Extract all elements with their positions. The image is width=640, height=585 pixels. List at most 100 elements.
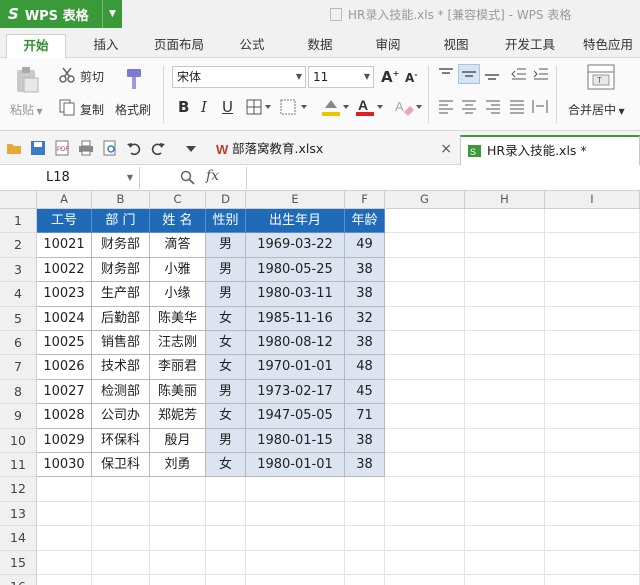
empty-cell[interactable] xyxy=(545,209,640,234)
table-cell[interactable]: 滴答 xyxy=(150,233,206,258)
table-cell[interactable]: 38 xyxy=(345,331,385,356)
table-cell[interactable]: 技术部 xyxy=(92,355,150,380)
table-cell[interactable]: 女 xyxy=(206,453,246,478)
table-header-cell[interactable]: 出生年月 xyxy=(246,209,345,234)
table-cell[interactable]: 陈美丽 xyxy=(150,379,206,405)
table-cell[interactable]: 1969-03-22 xyxy=(246,233,345,258)
empty-cell[interactable] xyxy=(465,428,545,453)
table-cell[interactable]: 10027 xyxy=(37,379,92,405)
empty-cell[interactable] xyxy=(206,501,246,527)
table-cell[interactable]: 女 xyxy=(206,331,246,356)
row-header-16[interactable]: 16 xyxy=(0,575,37,585)
bold-icon[interactable]: B xyxy=(178,98,189,116)
empty-cell[interactable] xyxy=(385,282,465,307)
empty-cell[interactable] xyxy=(150,526,206,551)
empty-cell[interactable] xyxy=(465,379,545,405)
empty-cell[interactable] xyxy=(37,550,92,575)
empty-cell[interactable] xyxy=(465,477,545,502)
table-cell[interactable]: 女 xyxy=(206,306,246,331)
redo-icon[interactable] xyxy=(150,140,166,156)
empty-cell[interactable] xyxy=(465,331,545,356)
table-header-cell[interactable]: 性别 xyxy=(206,209,246,234)
align-center-icon[interactable] xyxy=(460,98,478,114)
table-cell[interactable]: 10030 xyxy=(37,453,92,478)
empty-cell[interactable] xyxy=(150,575,206,585)
table-cell[interactable]: 1985-11-16 xyxy=(246,306,345,331)
table-cell[interactable]: 郑妮芳 xyxy=(150,404,206,429)
tab-data[interactable]: 数据 xyxy=(296,34,344,58)
table-header-cell[interactable]: 工号 xyxy=(37,209,92,234)
table-cell[interactable]: 38 xyxy=(345,453,385,478)
empty-cell[interactable] xyxy=(385,331,465,356)
distributed-align-icon[interactable] xyxy=(531,98,549,114)
decrease-indent-icon[interactable] xyxy=(510,66,528,82)
row-header-10[interactable]: 10 xyxy=(0,428,37,453)
table-cell[interactable]: 10029 xyxy=(37,428,92,453)
search-icon[interactable] xyxy=(180,170,196,186)
table-cell[interactable]: 环保科 xyxy=(92,428,150,453)
empty-cell[interactable] xyxy=(385,257,465,283)
doc-tab-buluowo[interactable]: W 部落窝教育.xlsx × xyxy=(210,135,460,165)
row-header-12[interactable]: 12 xyxy=(0,477,37,502)
print-icon[interactable] xyxy=(78,140,94,156)
empty-cell[interactable] xyxy=(246,550,345,575)
increase-indent-icon[interactable] xyxy=(532,66,550,82)
table-cell[interactable]: 李丽君 xyxy=(150,355,206,380)
table-cell[interactable]: 保卫科 xyxy=(92,453,150,478)
empty-cell[interactable] xyxy=(150,501,206,527)
row-header-5[interactable]: 5 xyxy=(0,306,37,331)
table-header-cell[interactable]: 部 门 xyxy=(92,209,150,234)
row-header-9[interactable]: 9 xyxy=(0,404,37,429)
spreadsheet-grid[interactable]: A B C D E F G H I 1 工号部 门姓 名性别 出生年月 年龄 2 10021 财务部 滴答男 19… xyxy=(0,191,640,585)
empty-cell[interactable] xyxy=(545,453,640,478)
table-cell[interactable]: 生产部 xyxy=(92,282,150,307)
empty-cell[interactable] xyxy=(385,404,465,429)
table-cell[interactable]: 刘勇 xyxy=(150,453,206,478)
align-top-icon[interactable] xyxy=(437,66,455,82)
row-header-2[interactable]: 2 xyxy=(0,233,37,258)
table-cell[interactable]: 财务部 xyxy=(92,233,150,258)
empty-cell[interactable] xyxy=(385,355,465,380)
paste-icon[interactable] xyxy=(14,66,40,94)
increase-font-icon[interactable]: A+ xyxy=(381,68,399,86)
table-cell[interactable]: 1980-08-12 xyxy=(246,331,345,356)
column-header-h[interactable]: H xyxy=(465,191,545,209)
table-cell[interactable]: 1980-01-01 xyxy=(246,453,345,478)
empty-cell[interactable] xyxy=(150,477,206,502)
empty-cell[interactable] xyxy=(37,526,92,551)
underline-icon[interactable]: U xyxy=(222,98,233,116)
merge-center-button[interactable]: 合并居中 ▼ xyxy=(568,101,625,118)
column-header-e[interactable]: E xyxy=(246,191,345,209)
empty-cell[interactable] xyxy=(465,575,545,585)
table-cell[interactable]: 1970-01-01 xyxy=(246,355,345,380)
table-cell[interactable]: 男 xyxy=(206,428,246,453)
empty-cell[interactable] xyxy=(545,404,640,429)
empty-cell[interactable] xyxy=(92,501,150,527)
empty-cell[interactable] xyxy=(246,526,345,551)
empty-cell[interactable] xyxy=(92,526,150,551)
table-cell[interactable]: 10028 xyxy=(37,404,92,429)
copy-button[interactable]: 复制 xyxy=(80,101,104,118)
format-painter-button[interactable]: 格式刷 xyxy=(115,101,151,118)
empty-cell[interactable] xyxy=(385,428,465,453)
table-cell[interactable]: 男 xyxy=(206,379,246,405)
empty-cell[interactable] xyxy=(150,550,206,575)
empty-cell[interactable] xyxy=(206,477,246,502)
italic-icon[interactable]: I xyxy=(201,98,207,116)
table-cell[interactable]: 殷月 xyxy=(150,428,206,453)
table-cell[interactable]: 1980-05-25 xyxy=(246,257,345,283)
empty-cell[interactable] xyxy=(465,257,545,283)
table-cell[interactable]: 38 xyxy=(345,257,385,283)
empty-cell[interactable] xyxy=(465,501,545,527)
table-cell[interactable]: 女 xyxy=(206,404,246,429)
border-icon[interactable] xyxy=(246,99,274,115)
empty-cell[interactable] xyxy=(385,477,465,502)
column-header-a[interactable]: A xyxy=(37,191,92,209)
empty-cell[interactable] xyxy=(385,526,465,551)
table-cell[interactable]: 48 xyxy=(345,355,385,380)
format-painter-icon[interactable] xyxy=(122,66,148,92)
chevron-down-icon[interactable]: ▼ xyxy=(102,0,122,28)
table-cell[interactable]: 小缘 xyxy=(150,282,206,307)
export-pdf-icon[interactable]: PDF xyxy=(54,140,70,156)
font-name-select[interactable]: 宋体 ▼ xyxy=(172,66,306,88)
